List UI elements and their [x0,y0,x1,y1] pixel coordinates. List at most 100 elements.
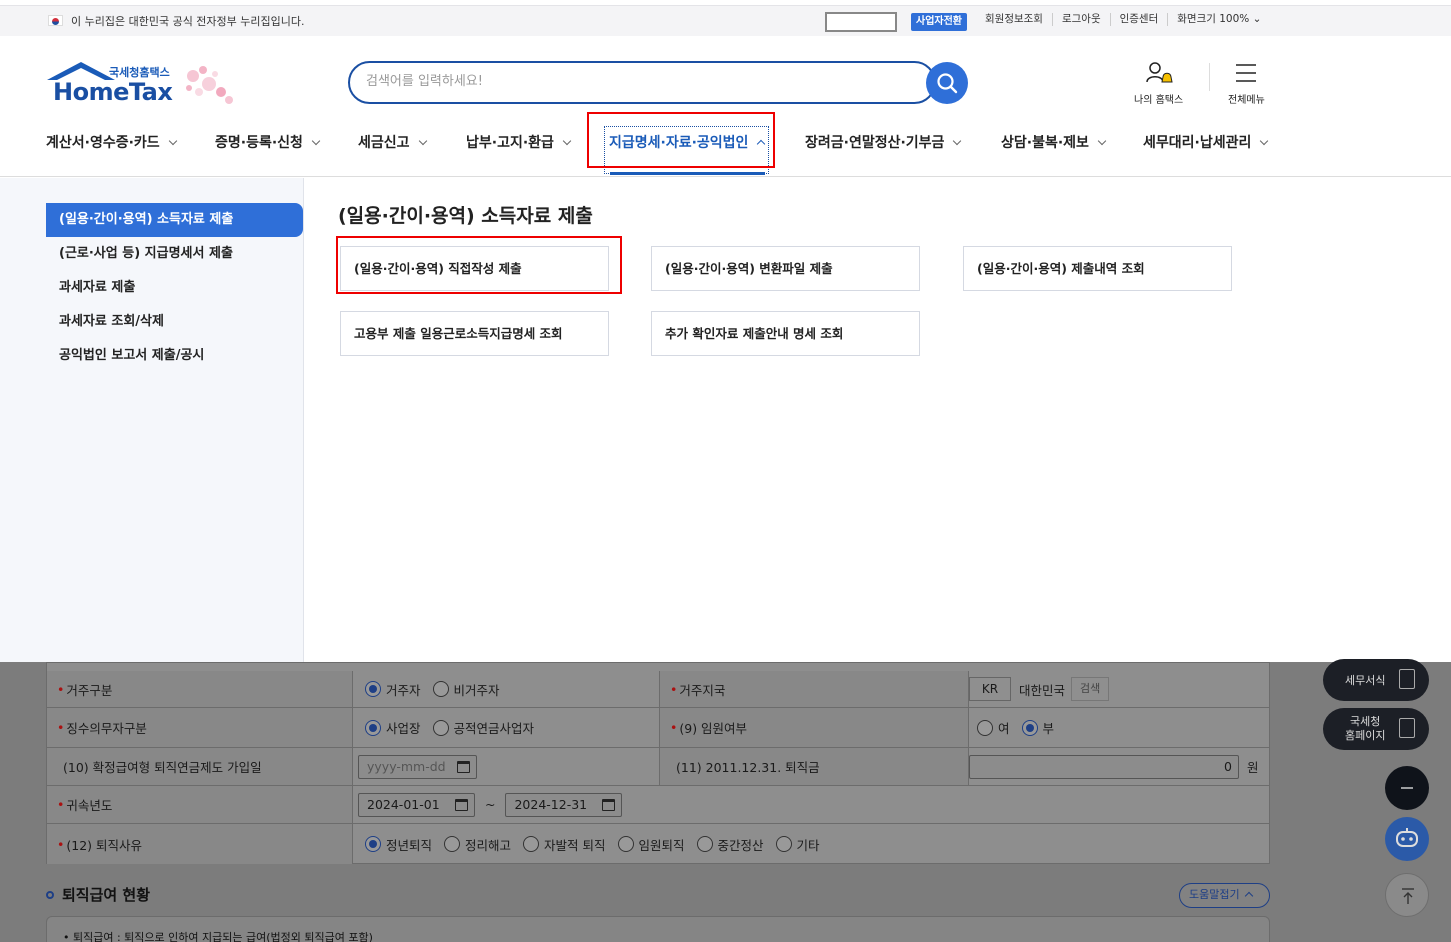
chevron-down-icon [312,137,320,145]
korea-flag-icon [48,15,63,26]
chatbot-button[interactable] [1385,817,1429,861]
radio-resident[interactable]: 거주자 [365,680,421,699]
all-menu-button[interactable]: 전체메뉴 [1228,60,1265,106]
retire-2011-label: (11) 2011.12.31. 퇴직금 [659,748,969,785]
help-note-box: • 퇴직급여 : 퇴직으로 인하여 지급되는 급여(법정외 퇴직급여 포함) [46,916,1270,942]
side-menu: (일용·간이·용역) 소득자료 제출 (근로·사업 등) 지급명세서 제출 과세… [0,178,304,662]
page-title: (일용·간이·용역) 소득자료 제출 [338,201,593,228]
chevron-up-icon [1244,892,1252,900]
cert-center-link[interactable]: 인증센터 [1110,13,1168,26]
retirement-form-table: •거주구분 거주자 비거주자 •거주지국 KR 대한민국 검색 •징수의무자구분… [46,662,1270,864]
user-bell-icon [1144,60,1174,86]
nav-tax-agent[interactable]: 세무대리·납세관리 [1143,132,1267,152]
card-submission-history[interactable]: (일용·간이·용역) 제출내역 조회 [963,246,1232,291]
section-title: 퇴직급여 현황 [46,884,150,905]
year-to-input[interactable]: 2024-12-31 [505,793,622,817]
year-from-input[interactable]: 2024-01-01 [358,793,475,817]
bullet-circle-icon [46,891,54,899]
nts-homepage-button[interactable]: 국세청홈페이지 [1323,708,1429,750]
gov-banner-text: 이 누리집은 대한민국 공식 전자정부 누리집입니다. [71,13,305,29]
hamburger-menu-icon [1233,60,1259,86]
calendar-icon[interactable] [602,799,615,811]
zoom-size-select[interactable]: 화면크기 100% ⌄ [1167,13,1270,26]
collapse-floating-button[interactable] [1385,766,1429,810]
chevron-down-icon [563,137,571,145]
card-convert-file-submit[interactable]: (일용·간이·용역) 변환파일 제출 [651,246,920,291]
calendar-icon[interactable] [457,761,470,773]
dc-pension-date-input[interactable]: yyyy-mm-dd [358,755,477,779]
radio-layoff[interactable]: 정리해고 [444,835,511,854]
side-item-tax-data-query[interactable]: 과세자료 조회/삭제 [46,305,303,339]
country-field: KR 대한민국 검색 [969,671,1109,707]
radio-officer-no[interactable]: 부 [1022,718,1055,737]
nav-payment-refund[interactable]: 납부·고지·환급 [466,132,570,152]
radio-workplace[interactable]: 사업장 [365,718,421,737]
country-name: 대한민국 [1019,680,1065,699]
country-code-input[interactable]: KR [969,677,1011,701]
all-menu-label: 전체메뉴 [1228,91,1265,106]
logo-title: HomeTax [53,78,172,106]
radio-voluntary[interactable]: 자발적 퇴직 [523,835,605,854]
search-input[interactable] [366,74,906,89]
nav-active-indicator [610,172,765,175]
radio-retire-age[interactable]: 정년퇴직 [365,835,432,854]
retire-2011-field: 0 원 [969,748,1259,785]
chevron-down-icon [953,137,961,145]
year-label: •귀속년도 [47,786,353,823]
residence-options: 거주자 비거주자 [365,671,512,707]
scroll-top-button[interactable] [1385,873,1429,917]
range-tilde: ~ [485,797,495,812]
chevron-down-icon [418,137,426,145]
chevron-down-icon [168,137,176,145]
minus-icon [1385,766,1429,810]
nav-incentive-year-end[interactable]: 장려금·연말정산·기부금 [805,132,960,152]
country-search-button[interactable]: 검색 [1071,677,1109,701]
radio-officer-retire[interactable]: 임원퇴직 [618,835,685,854]
form-row: •귀속년도 2024-01-01 ~ 2024-12-31 [47,786,1269,824]
form-row: •징수의무자구분 사업장 공적연금사업자 •(9) 임원여부 여 부 [47,708,1269,748]
highlight-card-box [336,236,622,294]
radio-officer-yes[interactable]: 여 [977,718,1010,737]
officer-label: •(9) 임원여부 [659,708,969,747]
form-row: •거주구분 거주자 비거주자 •거주지국 KR 대한민국 검색 [47,671,1269,708]
chatbot-icon [1385,817,1429,861]
nav-tax-filing[interactable]: 세금신고 [358,132,426,152]
reason-label: •(12) 퇴직사유 [47,824,353,864]
arrow-up-icon [1386,874,1430,918]
member-info-link[interactable]: 회원정보조회 [976,13,1052,26]
help-collapse-button[interactable]: 도움말접기 [1179,883,1270,908]
radio-non-resident[interactable]: 비거주자 [433,680,500,699]
tax-form-button[interactable]: 세무서식 [1323,659,1429,701]
calendar-icon[interactable] [455,799,468,811]
nav-invoice-receipt-card[interactable]: 계산서·영수증·카드 [46,132,176,152]
blank-input-box[interactable] [825,12,897,32]
side-item-public-corp-report[interactable]: 공익법인 보고서 제출/공시 [46,339,303,373]
radio-other[interactable]: 기타 [776,835,820,854]
side-item-tax-data-submit[interactable]: 과세자료 제출 [46,271,303,305]
nav-certificate-registration[interactable]: 증명·등록·신청 [215,132,319,152]
side-item-daily-income[interactable]: (일용·간이·용역) 소득자료 제출 [46,203,303,237]
withholder-label: •징수의무자구분 [47,708,353,747]
card-additional-data-notice[interactable]: 추가 확인자료 제출안내 명세 조회 [651,311,920,356]
side-item-payment-statement[interactable]: (근로·사업 등) 지급명세서 제출 [46,237,303,271]
hometax-logo[interactable]: 국세청홈택스 HomeTax [45,62,245,110]
document-icon [1399,669,1415,689]
gov-banner: 이 누리집은 대한민국 공식 전자정부 누리집입니다. 사업자전환 회원정보조회… [0,5,1451,36]
radio-interim[interactable]: 중간정산 [697,835,764,854]
building-icon [1399,718,1415,738]
search-box [348,61,936,104]
chevron-down-icon [1098,137,1106,145]
won-unit: 원 [1247,757,1259,776]
dc-pension-label: (10) 확정급여형 퇴직연금제도 가입일 [47,748,353,785]
radio-pension-operator[interactable]: 공적연금사업자 [433,718,535,737]
my-hometax-button[interactable]: 나의 홈택스 [1134,60,1183,106]
search-button[interactable] [926,62,968,104]
form-row: (10) 확정급여형 퇴직연금제도 가입일 yyyy-mm-dd (11) 20… [47,748,1269,786]
business-switch-button[interactable]: 사업자전환 [911,13,967,31]
residence-label: •거주구분 [47,671,353,707]
nav-consult-appeal[interactable]: 상담·불복·제보 [1001,132,1105,152]
retire-2011-input[interactable]: 0 [969,755,1239,779]
country-label: •거주지국 [659,671,969,707]
logout-link[interactable]: 로그아웃 [1052,13,1110,26]
card-labor-daily-statement[interactable]: 고용부 제출 일용근로소득지급명세 조회 [340,311,609,356]
